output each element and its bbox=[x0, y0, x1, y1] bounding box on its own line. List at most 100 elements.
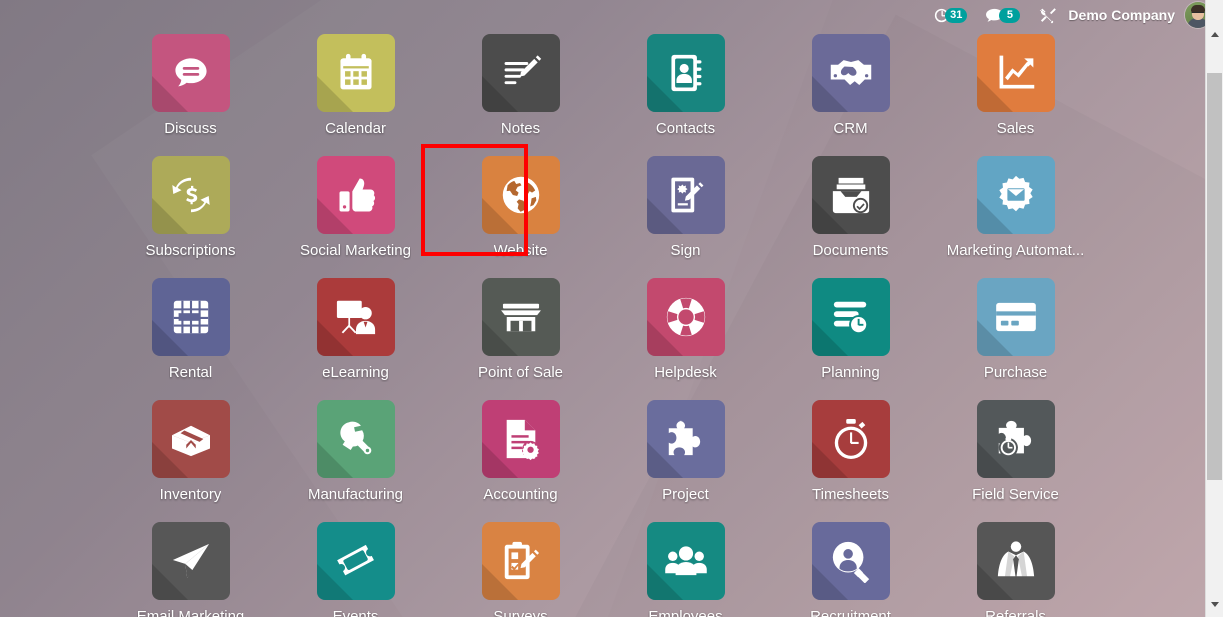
app-tile bbox=[646, 522, 725, 600]
app-marketing-automation[interactable]: Marketing Automat... bbox=[933, 152, 1098, 274]
app-tile bbox=[976, 156, 1055, 234]
app-contacts[interactable]: Contacts bbox=[603, 30, 768, 152]
developer-tools-menu[interactable] bbox=[1031, 0, 1064, 30]
app-label: Documents bbox=[812, 242, 889, 259]
app-manufacturing[interactable]: Manufacturing bbox=[273, 396, 438, 518]
stopwatch-icon bbox=[834, 418, 867, 460]
avatar-glasses bbox=[1191, 12, 1205, 17]
app-tile bbox=[316, 34, 395, 112]
app-label: Marketing Automat... bbox=[946, 242, 1085, 259]
app-helpdesk[interactable]: Helpdesk bbox=[603, 274, 768, 396]
tools-icon bbox=[1040, 7, 1057, 23]
app-email-marketing[interactable]: Email Marketing bbox=[108, 518, 273, 617]
app-label: Social Marketing bbox=[300, 242, 411, 259]
avatar-hair bbox=[1191, 5, 1205, 12]
thumbs-up-icon bbox=[339, 178, 375, 212]
app-label: Calendar bbox=[325, 120, 386, 137]
ticket-icon bbox=[336, 544, 374, 576]
app-inventory[interactable]: Inventory bbox=[108, 396, 273, 518]
app-accounting[interactable]: Accounting bbox=[438, 396, 603, 518]
app-tile bbox=[811, 156, 890, 234]
app-tile bbox=[976, 278, 1055, 356]
crm-handshake-icon bbox=[830, 60, 871, 85]
app-label: eLearning bbox=[322, 364, 389, 381]
marketing-automation-icon bbox=[998, 175, 1033, 212]
scroll-up-button[interactable] bbox=[1206, 26, 1223, 43]
activities-counter: 31 bbox=[945, 7, 968, 23]
systray: 31 5 Demo Company bbox=[0, 0, 1223, 30]
company-switcher[interactable]: Demo Company bbox=[1064, 7, 1183, 23]
app-label: Employees bbox=[648, 608, 723, 617]
app-planning[interactable]: Planning bbox=[768, 274, 933, 396]
chevron-up-icon bbox=[1210, 32, 1219, 37]
app-tile bbox=[811, 522, 890, 600]
app-purchase[interactable]: Purchase bbox=[933, 274, 1098, 396]
app-calendar[interactable]: Calendar bbox=[273, 30, 438, 152]
app-tile bbox=[811, 400, 890, 478]
app-tile bbox=[316, 522, 395, 600]
app-label: Referrals bbox=[985, 608, 1046, 617]
life-ring-icon bbox=[666, 297, 705, 337]
app-rental[interactable]: Rental bbox=[108, 274, 273, 396]
puzzle-piece-icon bbox=[668, 420, 700, 456]
sales-chart-icon bbox=[999, 55, 1034, 89]
scroll-down-button[interactable] bbox=[1206, 596, 1223, 613]
app-crm[interactable]: CRM bbox=[768, 30, 933, 152]
app-label: Recruitment bbox=[810, 608, 891, 617]
app-label: Sales bbox=[996, 120, 1035, 137]
app-timesheets[interactable]: Timesheets bbox=[768, 396, 933, 518]
app-point-of-sale[interactable]: Point of Sale bbox=[438, 274, 603, 396]
app-tile bbox=[481, 156, 560, 234]
app-field-service[interactable]: Field Service bbox=[933, 396, 1098, 518]
apps-grid: Discuss Calendar Notes Contacts CRM Sale… bbox=[0, 30, 1206, 617]
app-tile bbox=[811, 34, 890, 112]
app-tile bbox=[481, 522, 560, 600]
app-tile bbox=[646, 156, 725, 234]
shop-awning-icon bbox=[500, 303, 541, 332]
people-group-icon bbox=[664, 546, 707, 576]
puzzle-stopwatch-icon bbox=[998, 420, 1031, 458]
app-website[interactable]: Website bbox=[438, 152, 603, 274]
app-tile bbox=[646, 278, 725, 356]
app-recruitment[interactable]: Recruitment bbox=[768, 518, 933, 617]
document-gear-icon bbox=[506, 419, 539, 461]
sign-document-icon bbox=[670, 177, 703, 213]
messaging-menu[interactable]: 5 bbox=[978, 0, 1027, 30]
app-tile bbox=[151, 400, 230, 478]
app-tile bbox=[481, 34, 560, 112]
app-employees[interactable]: Employees bbox=[603, 518, 768, 617]
magnifier-person-icon bbox=[832, 541, 869, 583]
discuss-icon bbox=[174, 58, 207, 87]
app-tile bbox=[316, 278, 395, 356]
app-tile bbox=[316, 400, 395, 478]
app-label: Planning bbox=[821, 364, 880, 381]
app-elearning[interactable]: eLearning bbox=[273, 274, 438, 396]
app-documents[interactable]: Documents bbox=[768, 152, 933, 274]
app-label: Accounting bbox=[483, 486, 558, 503]
app-tile bbox=[646, 400, 725, 478]
chevron-down-icon bbox=[1210, 602, 1219, 607]
app-discuss[interactable]: Discuss bbox=[108, 30, 273, 152]
app-sign[interactable]: Sign bbox=[603, 152, 768, 274]
app-subscriptions[interactable]: Subscriptions bbox=[108, 152, 273, 274]
scrollbar-thumb[interactable] bbox=[1207, 73, 1222, 480]
app-sales[interactable]: Sales bbox=[933, 30, 1098, 152]
app-label: Discuss bbox=[164, 120, 217, 137]
app-label: Notes bbox=[500, 120, 541, 137]
app-tile bbox=[481, 278, 560, 356]
credit-card-icon bbox=[995, 302, 1036, 332]
vertical-scrollbar[interactable] bbox=[1205, 0, 1223, 617]
calendar-icon bbox=[339, 53, 372, 90]
app-notes[interactable]: Notes bbox=[438, 30, 603, 152]
activities-menu[interactable]: 31 bbox=[926, 0, 974, 30]
elearning-icon bbox=[336, 300, 375, 335]
app-referrals[interactable]: Referrals bbox=[933, 518, 1098, 617]
subscriptions-icon bbox=[171, 177, 210, 213]
app-events[interactable]: Events bbox=[273, 518, 438, 617]
app-project[interactable]: Project bbox=[603, 396, 768, 518]
app-tile bbox=[151, 522, 230, 600]
app-surveys[interactable]: Surveys bbox=[438, 518, 603, 617]
app-label: Sign bbox=[670, 242, 701, 259]
open-box-icon bbox=[171, 425, 210, 457]
app-social-marketing[interactable]: Social Marketing bbox=[273, 152, 438, 274]
